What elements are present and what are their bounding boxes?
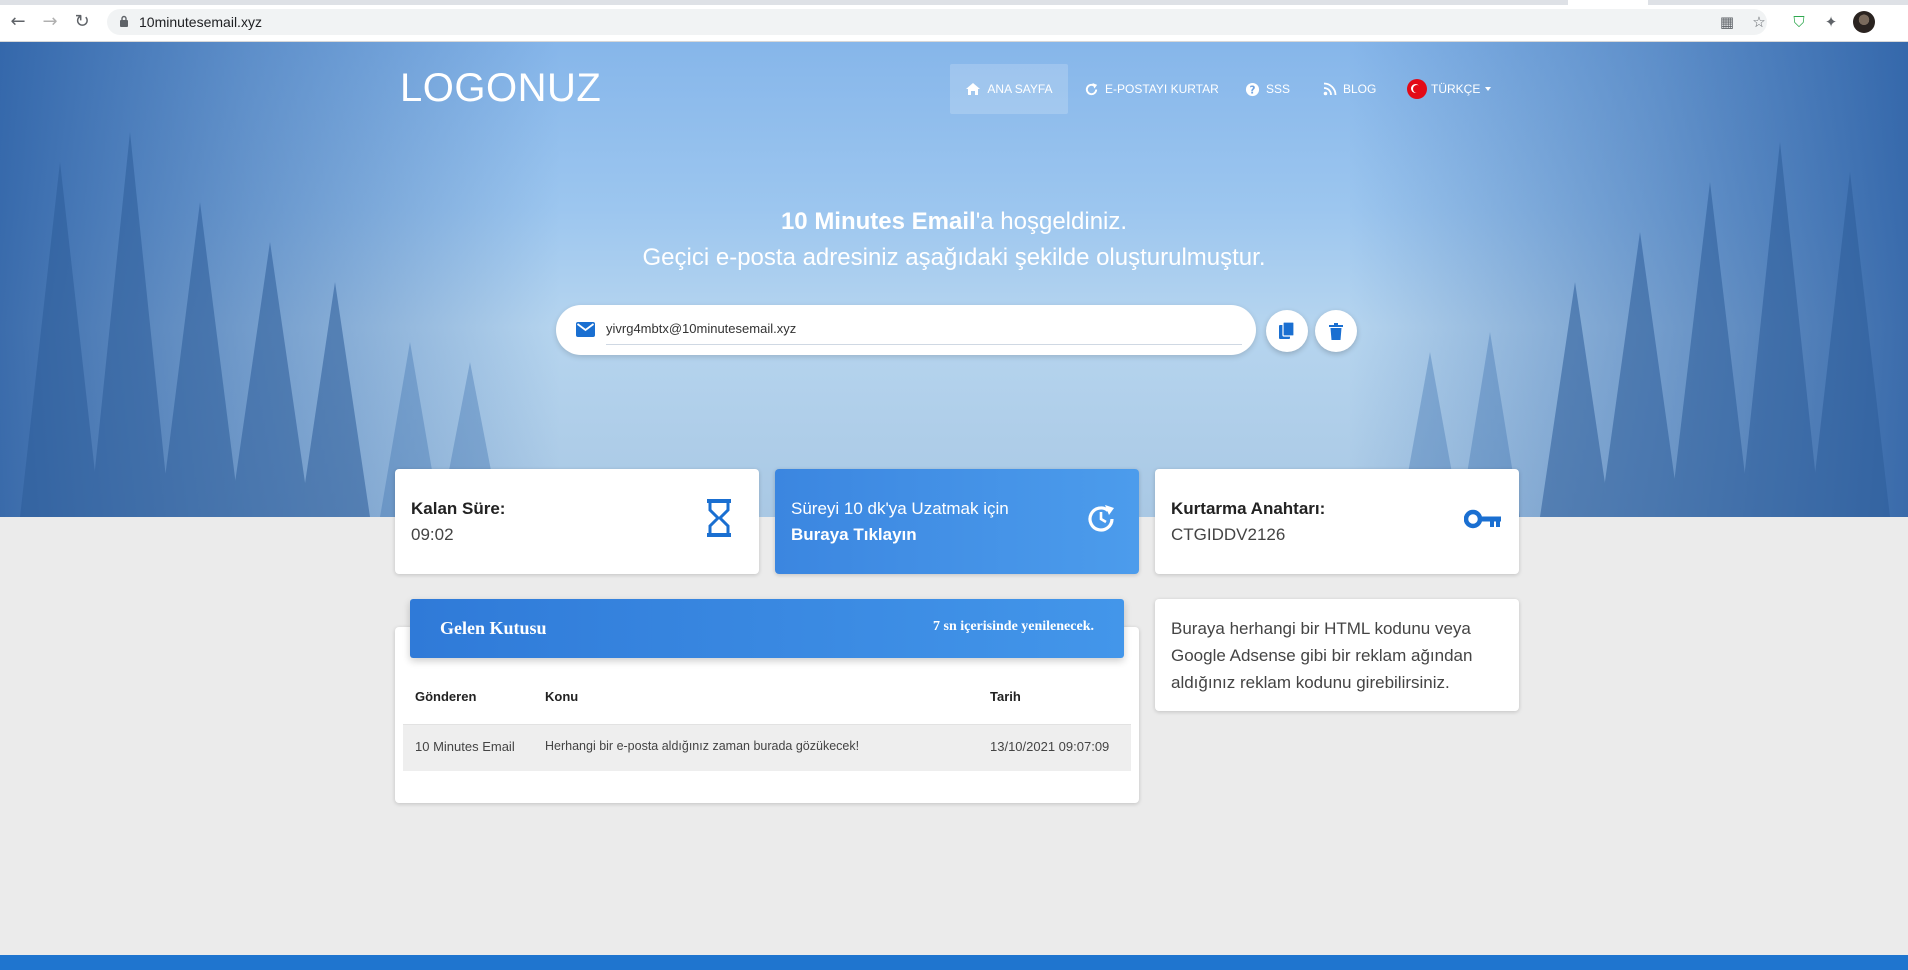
nav-faq-label: SSS [1266,82,1291,96]
hourglass-icon [707,499,731,537]
welcome-subtitle: Geçici e-posta adresiniz aşağıdaki şekil… [642,244,1266,271]
recovery-key-title: Kurtarma Anahtarı: [1171,499,1326,518]
remaining-time-card: Kalan Süre: 09:02 [395,469,759,574]
welcome-heading: 10 Minutes Email'a hoşgeldiniz. [0,208,1908,236]
nav-blog[interactable]: BLOG [1323,64,1376,114]
recovery-key-card: Kurtarma Anahtarı: CTGIDDV2126 [1155,469,1519,574]
ad-placeholder-text: Buraya herhangi bir HTML kodunu veya Goo… [1171,619,1473,692]
svg-text:?: ? [1250,84,1256,96]
lock-icon [120,15,128,27]
inbox-header: Gelen Kutusu 7 sn içerisinde yenilenecek… [410,599,1124,658]
refresh-icon [1085,82,1098,95]
hero-banner: LOGONUZ ANA SAYFA E-POSTAYI KURTAR ? SSS… [0,42,1908,517]
copy-icon [1279,322,1295,339]
language-label: TÜRKÇE [1431,82,1481,96]
row-sender[interactable]: 10 Minutes Email [415,739,515,754]
rss-icon [1323,82,1337,96]
caret-down-icon [1485,87,1492,91]
nav-home-label: ANA SAYFA [987,82,1053,96]
nav-blog-label: BLOG [1343,82,1377,96]
nav-recover-email[interactable]: E-POSTAYI KURTAR [1084,64,1219,114]
footer-bar [0,955,1908,970]
forward-icon[interactable]: → [40,12,60,32]
browser-toolbar: ← → ↻ 10minutesemail.xyz ▦ ☆ ⛉ ✦ [0,0,1908,42]
remaining-time-title: Kalan Süre: [411,499,506,518]
column-header-date: Tarih [990,689,1021,704]
qr-code-icon[interactable]: ▦ [1717,12,1737,32]
active-tab[interactable] [1568,0,1648,5]
nav-recover-email-label: E-POSTAYI KURTAR [1105,82,1219,96]
turkey-flag-icon [1407,79,1427,99]
delete-email-button[interactable] [1315,310,1357,352]
nav-faq[interactable]: ? SSS [1245,64,1290,114]
url-text: 10minutesemail.xyz [139,14,262,30]
welcome-suffix: 'a hoşgeldiniz. [975,208,1128,235]
extend-time-line2[interactable]: Buraya Tıklayın [791,525,917,545]
timer-refresh-icon [1088,505,1114,532]
extend-time-line1: Süreyi 10 dk'ya Uzatmak için [791,499,1009,518]
language-dropdown[interactable]: TÜRKÇE [1407,64,1492,114]
row-subject[interactable]: Herhangi bir e-posta aldığınız zaman bur… [545,739,859,753]
reload-icon[interactable]: ↻ [72,12,92,32]
trash-icon [1329,322,1343,340]
inbox-title: Gelen Kutusu [440,618,547,638]
nav-home[interactable]: ANA SAYFA [950,64,1068,114]
key-icon [1464,509,1501,529]
email-underline [606,344,1242,345]
tab-strip [0,0,1908,5]
remaining-time-value: 09:02 [411,525,454,544]
shield-extension-icon[interactable]: ⛉ [1789,12,1809,32]
row-date[interactable]: 13/10/2021 09:07:09 [990,739,1109,754]
extend-time-card[interactable]: Süreyi 10 dk'ya Uzatmak için Buraya Tıkl… [775,469,1139,574]
email-address-field[interactable]: yivrg4mbtx@10minutesemail.xyz [556,305,1256,355]
column-header-subject: Konu [545,689,579,704]
site-logo[interactable]: LOGONUZ [400,66,601,111]
recovery-key-value: CTGIDDV2126 [1171,525,1286,544]
inbox-refresh-countdown: 7 sn içerisinde yenilenecek. [933,619,1094,634]
home-icon [966,83,981,95]
column-header-sender: Gönderen [415,689,477,704]
copy-email-button[interactable] [1266,310,1308,352]
welcome-brand: 10 Minutes Email [780,208,976,235]
extensions-puzzle-icon[interactable]: ✦ [1821,12,1841,32]
bookmark-star-icon[interactable]: ☆ [1749,12,1769,32]
mail-icon [576,322,595,337]
ad-placeholder-card: Buraya herhangi bir HTML kodunu veya Goo… [1155,599,1519,711]
address-bar[interactable]: 10minutesemail.xyz [107,9,1767,35]
email-address-text[interactable]: yivrg4mbtx@10minutesemail.xyz [606,321,796,336]
help-icon: ? [1245,82,1260,96]
profile-avatar[interactable] [1853,11,1875,33]
back-icon[interactable]: ← [8,12,28,32]
